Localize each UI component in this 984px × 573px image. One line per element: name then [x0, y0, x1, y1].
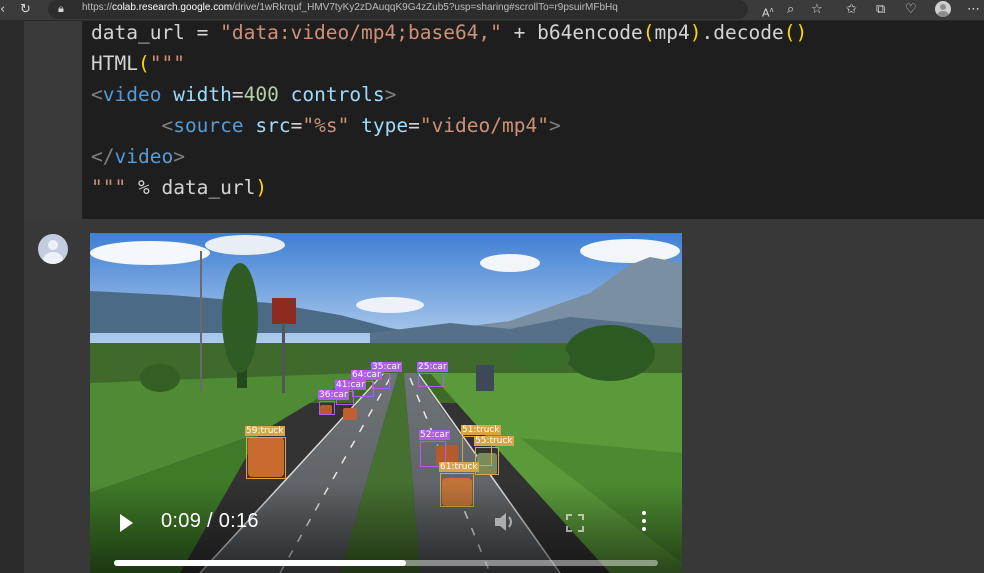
code-token: "%s" — [302, 114, 350, 137]
code-token: < — [91, 83, 103, 106]
code-token: ( — [137, 52, 150, 75]
video-player[interactable]: 35:car 25:car 64:car 41:car 36:car 59:truck 52… — [90, 233, 682, 573]
code-token: HTML — [91, 52, 138, 75]
code-token: controls — [290, 83, 385, 106]
code-token: "data:video/mp4;base64," — [220, 21, 502, 44]
code-token: > — [173, 145, 185, 168]
profile-icon[interactable] — [935, 1, 951, 17]
time-display: 0:09 / 0:16 — [161, 510, 259, 532]
code-token: + b64encode — [501, 21, 643, 44]
detection-label: 55:truck — [474, 436, 514, 446]
detection-label: 59:truck — [245, 426, 285, 436]
code-token: ) — [255, 176, 268, 199]
code-line: HTML(""" — [91, 51, 185, 77]
code-token: mp4 — [654, 21, 690, 44]
output-avatar-icon — [38, 234, 68, 264]
code-token: > — [548, 114, 561, 137]
favorites-icon[interactable]: ✩ — [846, 1, 857, 19]
code-token: () — [783, 21, 808, 44]
detection-outline — [246, 437, 286, 479]
code-token: video — [114, 145, 174, 168]
detection-label: 52:car — [419, 430, 450, 440]
detection-label: 25:car — [417, 362, 448, 372]
code-token: .decode — [701, 21, 784, 44]
code-token: </ — [91, 145, 115, 168]
code-token: "video/mp4" — [419, 114, 549, 137]
code-token: data_url = — [91, 21, 221, 44]
detection-label: 61:truck — [439, 462, 479, 472]
play-icon[interactable] — [120, 514, 133, 532]
detection-label: 51:truck — [461, 425, 501, 435]
code-token: ) — [689, 21, 702, 44]
add-favorite-icon[interactable]: ☆ — [811, 1, 823, 19]
code-token: > — [384, 83, 397, 106]
detection-outline — [319, 401, 335, 415]
detection-box: 25:car — [417, 362, 448, 387]
more-options-icon[interactable] — [640, 511, 648, 535]
health-icon[interactable]: ♡ — [905, 1, 917, 19]
code-token: 400 — [243, 83, 279, 106]
code-line: data_url = "data:video/mp4;base64," + b6… — [91, 20, 807, 46]
code-token: """ — [149, 52, 185, 75]
code-token: = — [231, 83, 244, 106]
code-token: width — [173, 83, 232, 106]
progress-fill — [114, 560, 406, 566]
code-line: <video width=400 controls> — [91, 82, 396, 108]
progress-bar[interactable] — [114, 560, 658, 566]
code-token: < — [161, 114, 174, 137]
detection-box: 59:truck — [245, 426, 286, 479]
volume-icon[interactable] — [492, 509, 518, 535]
detection-label: 41:car — [335, 380, 366, 390]
code-token: % data_url — [126, 176, 256, 199]
code-line: """ % data_url) — [91, 175, 267, 201]
code-token: source — [173, 114, 244, 137]
detection-box: 36:car — [318, 390, 349, 415]
detection-label: 36:car — [318, 390, 349, 400]
refresh-icon[interactable]: ↻ — [20, 1, 31, 19]
detection-box: 55:truck — [474, 436, 514, 475]
code-line: <source src="%s" type="video/mp4"> — [91, 113, 561, 139]
detection-label: 64:car — [351, 370, 382, 380]
fullscreen-icon[interactable] — [565, 513, 585, 533]
address-bar[interactable]: 🔒︎ https://colab.research.google.com/dri… — [48, 0, 748, 19]
code-token: """ — [91, 176, 127, 199]
detection-outline — [418, 373, 444, 387]
code-token: type — [361, 114, 409, 137]
lock-icon[interactable]: 🔒︎ — [58, 0, 64, 18]
collections-icon[interactable]: ⧉ — [876, 1, 885, 19]
more-icon[interactable]: ⋯ — [967, 1, 980, 19]
detection-outline — [475, 447, 499, 475]
code-token: = — [408, 114, 420, 137]
browser-toolbar: ‹ ↻ 🔒︎ https://colab.research.google.com… — [0, 0, 984, 21]
code-line: </video> — [91, 144, 185, 170]
back-icon[interactable]: ‹ — [0, 1, 5, 19]
cell-gutter — [24, 21, 82, 219]
code-token: ( — [642, 21, 655, 44]
zoom-icon[interactable]: ⌕ — [787, 1, 794, 19]
url-text: https://colab.research.google.com/drive/… — [82, 2, 618, 13]
left-panel — [0, 21, 24, 573]
code-token: video — [102, 83, 162, 106]
code-token: = — [290, 114, 303, 137]
code-token: src — [255, 114, 291, 137]
